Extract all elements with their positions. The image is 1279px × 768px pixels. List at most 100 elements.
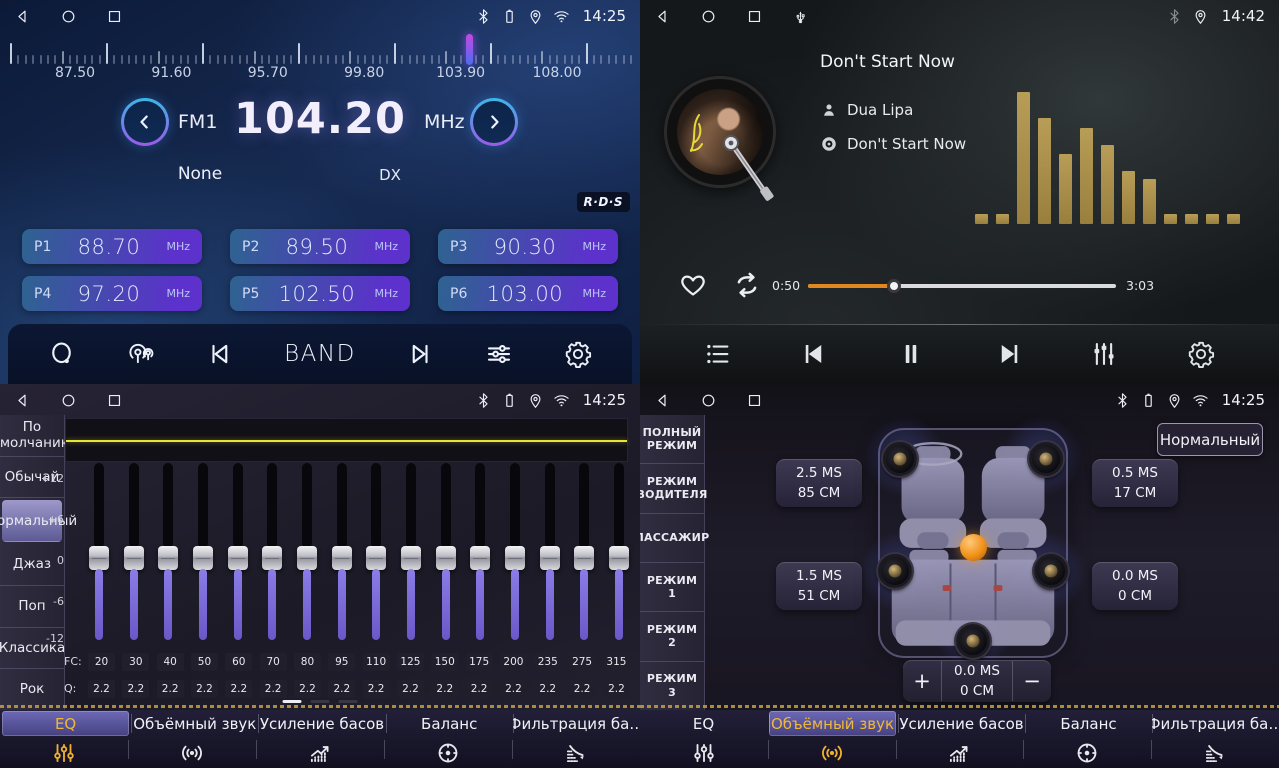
broadcast-icon[interactable] (126, 339, 156, 369)
recents-icon[interactable] (106, 8, 123, 25)
q-value[interactable]: 2.2 (260, 680, 287, 698)
eq-band-slider-5[interactable] (227, 463, 249, 640)
eq-band-slider-7[interactable] (296, 463, 318, 640)
fc-value[interactable]: 95 (328, 653, 355, 671)
tab-surround-icon[interactable] (128, 737, 256, 768)
tab-filter[interactable]: Фильтрация ба… (513, 710, 640, 737)
fc-value[interactable]: 110 (363, 653, 390, 671)
back-icon[interactable] (14, 8, 31, 25)
tab-balance[interactable]: Баланс (386, 710, 513, 737)
mixer-icon[interactable] (1089, 339, 1119, 369)
q-value[interactable]: 2.2 (397, 680, 424, 698)
slider-handle[interactable] (574, 546, 594, 570)
tab-eq-icon[interactable] (640, 737, 768, 768)
eq-band-slider-11[interactable] (435, 463, 457, 640)
increase-delay-button[interactable]: + (903, 660, 941, 702)
speaker-rear-left[interactable] (878, 554, 912, 588)
fc-value[interactable]: 40 (157, 653, 184, 671)
slider-handle[interactable] (124, 546, 144, 570)
eq-band-slider-3[interactable] (157, 463, 179, 640)
slider-handle[interactable] (332, 546, 352, 570)
page-dot[interactable] (283, 700, 302, 703)
fc-value[interactable]: 60 (225, 653, 252, 671)
slider-handle[interactable] (193, 546, 213, 570)
page-dot[interactable] (311, 700, 330, 703)
delay-card-front-left[interactable]: 2.5 MS 85 CM (776, 459, 862, 507)
recents-icon[interactable] (106, 392, 123, 409)
speaker-rear-center[interactable] (956, 624, 990, 658)
prev-icon[interactable] (800, 339, 830, 369)
tab-eq[interactable]: EQ (2, 711, 129, 736)
back-icon[interactable] (14, 392, 31, 409)
tab-filter-icon[interactable] (512, 737, 640, 768)
tab-bass-icon[interactable] (256, 737, 384, 768)
tab-balance-icon[interactable] (384, 737, 512, 768)
q-value[interactable]: 2.2 (157, 680, 184, 698)
tune-down-button[interactable] (121, 98, 169, 146)
tab-filter[interactable]: Фильтрация ба… (1152, 710, 1279, 737)
tab-balance[interactable]: Баланс (1025, 710, 1152, 737)
page-dot[interactable] (339, 700, 358, 703)
recents-icon[interactable] (746, 8, 763, 25)
tune-up-button[interactable] (470, 98, 518, 146)
tab-bass[interactable]: Усиление басов (258, 710, 385, 737)
preset-button-p2[interactable]: P289.50MHz (230, 229, 410, 264)
slider-handle[interactable] (436, 546, 456, 570)
tab-surround-icon[interactable] (768, 737, 896, 768)
tab-bass-icon[interactable] (896, 737, 1024, 768)
next-icon[interactable] (993, 339, 1023, 369)
q-value[interactable]: 2.2 (122, 680, 149, 698)
band-button[interactable]: BAND (284, 341, 356, 367)
home-icon[interactable] (700, 8, 717, 25)
delay-card-rear-left[interactable]: 1.5 MS 51 CM (776, 562, 862, 610)
gear-icon[interactable] (1186, 339, 1216, 369)
back-icon[interactable] (654, 392, 671, 409)
q-value[interactable]: 2.2 (363, 680, 390, 698)
decrease-delay-button[interactable]: − (1013, 660, 1051, 702)
tab-surround[interactable]: Объёмный звук (769, 711, 896, 736)
pause-icon[interactable] (896, 339, 926, 369)
slider-handle[interactable] (89, 546, 109, 570)
fc-value[interactable]: 235 (534, 653, 561, 671)
tune-icon[interactable] (484, 339, 514, 369)
q-value[interactable]: 2.2 (294, 680, 321, 698)
back-icon[interactable] (654, 8, 671, 25)
slider-handle[interactable] (297, 546, 317, 570)
speaker-rear-right[interactable] (1034, 554, 1068, 588)
eq-preset-7[interactable]: Рок (0, 669, 64, 710)
tuner-needle[interactable] (466, 34, 473, 65)
tab-bass[interactable]: Усиление басов (898, 710, 1025, 737)
eq-band-slider-6[interactable] (261, 463, 283, 640)
slider-handle[interactable] (366, 546, 386, 570)
fc-value[interactable]: 150 (431, 653, 458, 671)
slider-handle[interactable] (228, 546, 248, 570)
fc-value[interactable]: 30 (122, 653, 149, 671)
preset-button-p1[interactable]: P188.70MHz (22, 229, 202, 264)
slider-handle[interactable] (158, 546, 178, 570)
speaker-front-left[interactable] (883, 442, 917, 476)
eq-band-slider-16[interactable] (608, 463, 630, 640)
q-value[interactable]: 2.2 (603, 680, 630, 698)
slider-handle[interactable] (505, 546, 525, 570)
slider-handle[interactable] (401, 546, 421, 570)
q-value[interactable]: 2.2 (88, 680, 115, 698)
fc-value[interactable]: 315 (603, 653, 630, 671)
prev-outline-icon[interactable] (205, 339, 235, 369)
speaker-front-right[interactable] (1029, 442, 1063, 476)
eq-preset-1[interactable]: По умолчанию (0, 415, 64, 457)
stage-mode-1[interactable]: ПОЛНЫЙ РЕЖИМ (640, 415, 704, 464)
gear-icon[interactable] (563, 339, 593, 369)
stage-mode-2[interactable]: РЕЖИМ ВОДИТЕЛЯ (640, 464, 704, 513)
fc-value[interactable]: 70 (260, 653, 287, 671)
stage-mode-5[interactable]: РЕЖИМ 2 (640, 612, 704, 661)
repeat-button[interactable] (730, 268, 764, 302)
tab-eq[interactable]: EQ (640, 710, 767, 737)
fc-value[interactable]: 50 (191, 653, 218, 671)
eq-band-slider-4[interactable] (192, 463, 214, 640)
tab-filter-icon[interactable] (1151, 737, 1279, 768)
fc-value[interactable]: 80 (294, 653, 321, 671)
slider-handle[interactable] (262, 546, 282, 570)
slider-handle[interactable] (609, 546, 629, 570)
tuner-scale[interactable] (10, 37, 630, 67)
q-value[interactable]: 2.2 (534, 680, 561, 698)
